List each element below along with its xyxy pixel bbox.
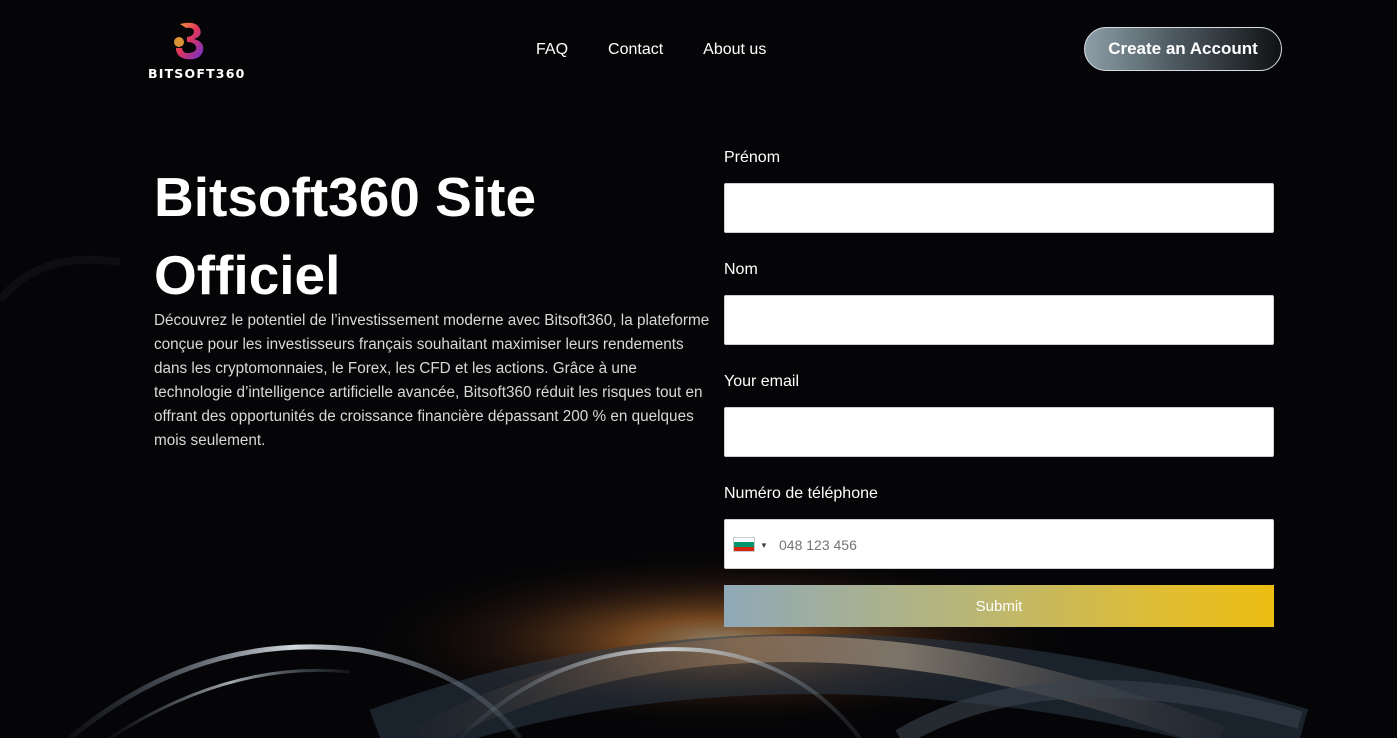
create-account-button[interactable]: Create an Account [1084,27,1282,71]
submit-button[interactable]: Submit [724,585,1274,627]
bulgaria-flag-icon [733,537,755,552]
nav-link-faq[interactable]: FAQ [536,41,568,59]
main-nav: FAQ Contact About us [536,41,766,59]
bitsoft-logo-icon [174,22,204,60]
nav-link-contact[interactable]: Contact [608,41,663,59]
last-name-field[interactable] [724,295,1274,345]
phone-label: Numéro de téléphone [724,485,878,502]
email-field[interactable] [724,407,1274,457]
phone-field-wrapper: ▼ [724,519,1274,570]
email-label: Your email [724,373,800,390]
last-name-label: Nom [724,261,758,278]
site-header: BITSOFT360 FAQ Contact About us Create a… [0,0,1397,100]
first-name-field[interactable] [724,183,1274,233]
brand-logo[interactable]: BITSOFT360 [148,20,244,82]
nav-link-about[interactable]: About us [703,41,766,59]
first-name-label: Prénom [724,149,781,166]
logo-wordmark: BITSOFT360 [148,66,246,81]
hero-description: Découvrez le potentiel de l’investisseme… [154,312,710,449]
page-title: Bitsoft360 Site Officiel [154,166,537,306]
phone-field[interactable] [777,520,1271,570]
registration-form: Prénom Nom Your email Numéro de téléphon… [724,148,1274,627]
caret-down-icon: ▼ [760,541,768,550]
country-code-select[interactable]: ▼ [733,537,772,552]
